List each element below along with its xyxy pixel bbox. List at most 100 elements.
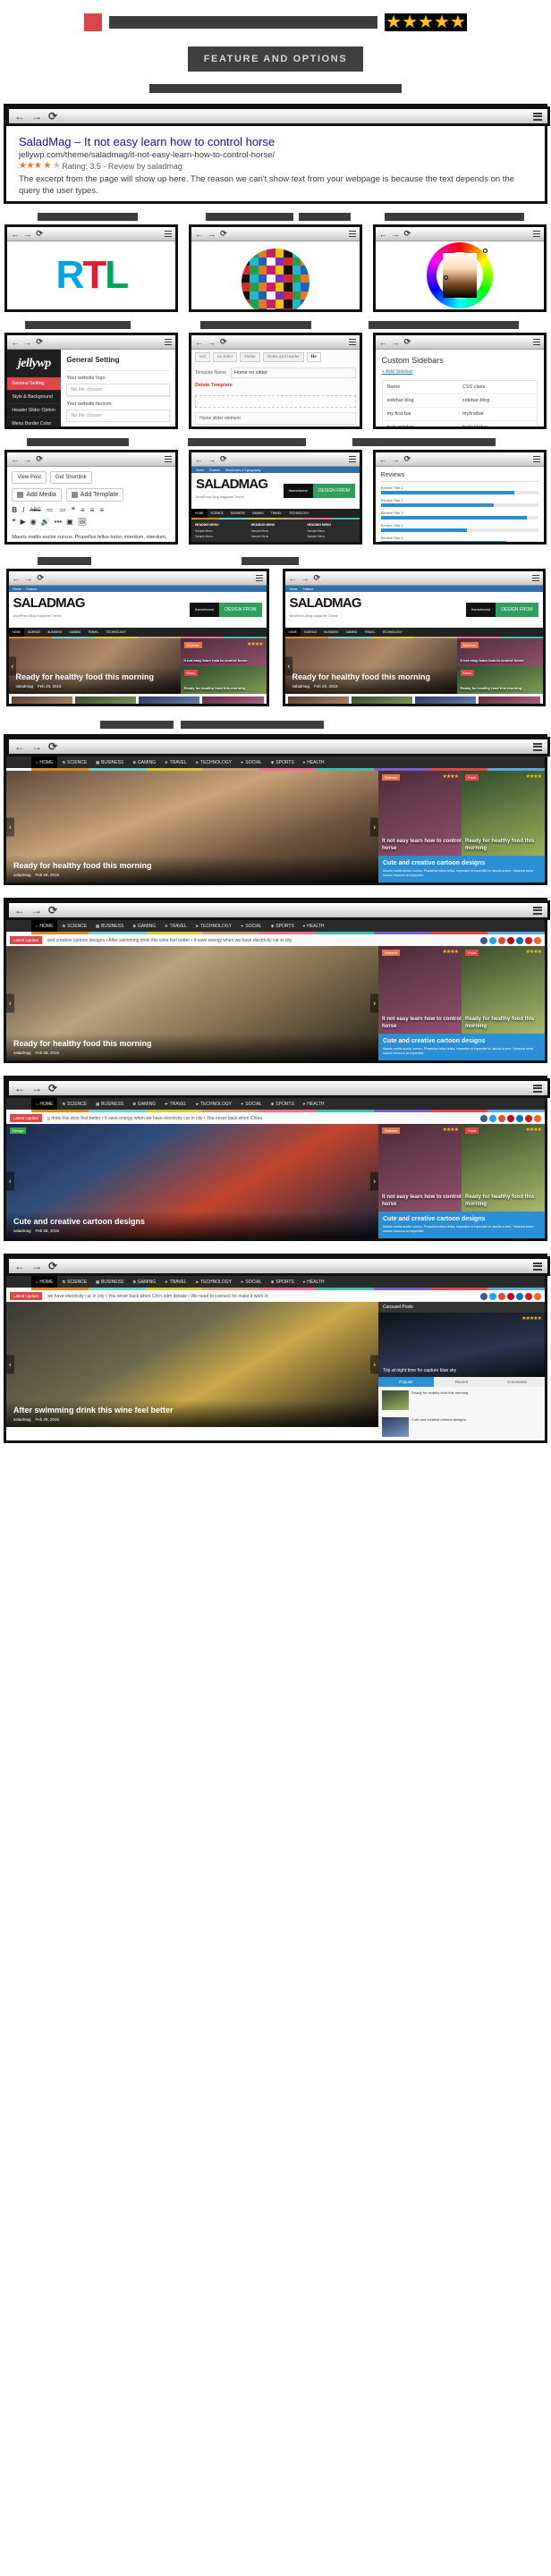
- tab-test[interactable]: test: [194, 352, 210, 362]
- nav-item-business[interactable]: ▤ BUSINESS: [91, 760, 128, 765]
- reload-icon[interactable]: ⟳: [404, 229, 411, 239]
- nav-item-gaming[interactable]: ⚙ GAMING: [128, 1102, 160, 1107]
- shade-handle[interactable]: [443, 275, 448, 280]
- nav-item-home[interactable]: HOME: [284, 628, 301, 637]
- nav-item-technology[interactable]: TECHNOLOGY: [285, 509, 312, 518]
- promo-box[interactable]: Cute and creative cartoon designs Mauris…: [378, 1033, 545, 1060]
- forward-icon[interactable]: →: [208, 338, 216, 347]
- next-slide-arrow[interactable]: ›: [370, 1355, 378, 1374]
- reload-icon[interactable]: ⟳: [36, 454, 43, 464]
- side-card-horse[interactable]: Science ★★★★ It not easy learn how to co…: [378, 771, 462, 856]
- forward-icon[interactable]: →: [31, 110, 42, 122]
- forward-icon[interactable]: →: [208, 230, 216, 239]
- reload-icon[interactable]: ⟳: [48, 110, 57, 122]
- back-icon[interactable]: ←: [14, 1260, 25, 1272]
- mega-item[interactable]: Sample Menu: [195, 535, 244, 538]
- website-logo-file-input[interactable]: No file chosen: [66, 384, 171, 396]
- news-ticker[interactable]: g drink this wine feel better • It save …: [47, 1116, 475, 1121]
- add-sidebar-link[interactable]: + Add Sidebar: [382, 369, 538, 375]
- nav-item-travel[interactable]: TRAVEL: [360, 628, 378, 637]
- nav-item-sports[interactable]: ♕ SPORTS: [267, 760, 299, 765]
- template-dropzone[interactable]: [194, 395, 356, 408]
- forward-icon[interactable]: →: [392, 338, 400, 347]
- back-icon[interactable]: ←: [379, 455, 387, 464]
- get-shortlink-button[interactable]: Get Shortlink: [49, 471, 92, 484]
- nav-item-business[interactable]: ▤ BUSINESS: [91, 924, 128, 929]
- forward-icon[interactable]: →: [25, 574, 33, 583]
- thumbnail[interactable]: Cute and creative cartoon designs: [139, 697, 200, 704]
- nav-item-social[interactable]: ⚭ SOCIAL: [236, 760, 267, 765]
- back-icon[interactable]: ←: [289, 574, 297, 583]
- reload-icon[interactable]: ⟳: [48, 740, 57, 753]
- tab-no-slider[interactable]: no slider: [212, 352, 238, 362]
- back-icon[interactable]: ←: [14, 740, 25, 753]
- youtube-icon[interactable]: [525, 936, 532, 944]
- nav-item-technology[interactable]: ➤ TECHNOLOGY: [191, 1280, 236, 1285]
- back-icon[interactable]: ←: [379, 338, 387, 347]
- reload-icon[interactable]: ⟳: [48, 1260, 57, 1272]
- carousel-image[interactable]: ★★★★★ Trip at night time for capture blu…: [378, 1313, 545, 1377]
- back-icon[interactable]: ←: [379, 230, 387, 239]
- topbar-link-home[interactable]: Home: [13, 587, 21, 591]
- topbar-link-feature[interactable]: Feature: [27, 587, 38, 591]
- back-icon[interactable]: ←: [11, 230, 19, 239]
- nav-item-travel[interactable]: ✈ TRAVEL: [160, 760, 191, 765]
- prev-slide-arrow[interactable]: ‹: [6, 1355, 14, 1374]
- nav-item-health[interactable]: ♥ HEALTH: [299, 1280, 329, 1285]
- pinterest-icon[interactable]: [507, 1114, 514, 1122]
- list-item[interactable]: Ready for healthy food this morning: [378, 1387, 545, 1414]
- nav-item-science[interactable]: ⚗ SCIENCE: [57, 760, 91, 765]
- forward-icon[interactable]: →: [392, 230, 400, 239]
- menu-icon[interactable]: [532, 338, 540, 346]
- side-card[interactable]: Food Ready for healthy food this morning: [180, 666, 267, 694]
- nav-item-sports[interactable]: ♕ SPORTS: [267, 1102, 299, 1107]
- sidebar-item-style-background[interactable]: Style & Background: [7, 391, 62, 404]
- menu-icon[interactable]: [348, 338, 356, 346]
- back-icon[interactable]: ←: [14, 110, 25, 122]
- nav-item-home[interactable]: ⌂ HOME: [31, 1098, 58, 1110]
- side-card-horse[interactable]: Science ★★★★ It not easy learn how to co…: [378, 946, 462, 1034]
- prev-slide-arrow[interactable]: ‹: [6, 1171, 14, 1191]
- menu-icon[interactable]: [532, 455, 540, 463]
- back-icon[interactable]: ←: [195, 230, 203, 239]
- prev-slide-arrow[interactable]: ‹: [8, 656, 17, 676]
- tab-popular[interactable]: Popular: [378, 1377, 434, 1387]
- thumbnail[interactable]: Cute and creative cartoon designs: [415, 697, 477, 704]
- back-icon[interactable]: ←: [14, 904, 25, 916]
- template-element-slider[interactable]: Home slider element: [194, 412, 356, 425]
- hero-main-slide[interactable]: ‹ › Ready for healthy food this morning …: [6, 771, 378, 883]
- thumbnail[interactable]: After swimming drink this wine feel bett…: [202, 697, 264, 704]
- site-ad-banner[interactable]: themeforest DESIGN FROM: [283, 484, 355, 498]
- prev-slide-arrow[interactable]: ‹: [6, 993, 14, 1013]
- nav-item-travel[interactable]: TRAVEL: [267, 509, 285, 518]
- topbar-link-home[interactable]: Home: [196, 469, 204, 472]
- nav-item-home[interactable]: HOME: [8, 628, 25, 637]
- mega-item[interactable]: Sample Menu: [251, 535, 301, 538]
- audio-shortcode-icon[interactable]: 🔊: [41, 518, 50, 526]
- twitter-icon[interactable]: [489, 936, 496, 944]
- nav-item-science[interactable]: SCIENCE: [301, 628, 320, 637]
- linkedin-icon[interactable]: [516, 1114, 523, 1122]
- hero-main-slide[interactable]: Ready for healthy food this morning sala…: [8, 638, 181, 694]
- nav-item-business[interactable]: BUSINESS: [44, 628, 65, 637]
- youtube-icon[interactable]: [525, 1292, 532, 1300]
- back-icon[interactable]: ←: [14, 1082, 25, 1094]
- menu-icon[interactable]: [165, 230, 173, 238]
- nav-item-technology[interactable]: ➤ TECHNOLOGY: [191, 924, 236, 929]
- numbered-list-icon[interactable]: ≕: [59, 506, 66, 514]
- tab-recent[interactable]: Recent: [434, 1377, 489, 1387]
- nav-item-gaming[interactable]: GAMING: [342, 628, 360, 637]
- news-ticker[interactable]: and creative cartoon designs • After swi…: [47, 938, 475, 943]
- hue-handle[interactable]: [482, 249, 487, 253]
- youtube-icon[interactable]: [525, 1114, 532, 1122]
- forward-icon[interactable]: →: [31, 904, 42, 916]
- table-row[interactable]: tech sidebar techsidebar: [383, 421, 537, 427]
- back-icon[interactable]: ←: [195, 455, 203, 464]
- tab-home-grid-header[interactable]: Home grid header: [262, 352, 304, 362]
- twitter-icon[interactable]: [489, 1114, 496, 1122]
- thumbnail[interactable]: After swimming drink this wine feel bett…: [479, 697, 540, 704]
- italic-icon[interactable]: I: [22, 506, 24, 514]
- menu-icon[interactable]: [531, 574, 539, 582]
- nav-item-business[interactable]: BUSINESS: [320, 628, 342, 637]
- serp-title-link[interactable]: SaladMag – It not easy learn how to cont…: [19, 135, 275, 148]
